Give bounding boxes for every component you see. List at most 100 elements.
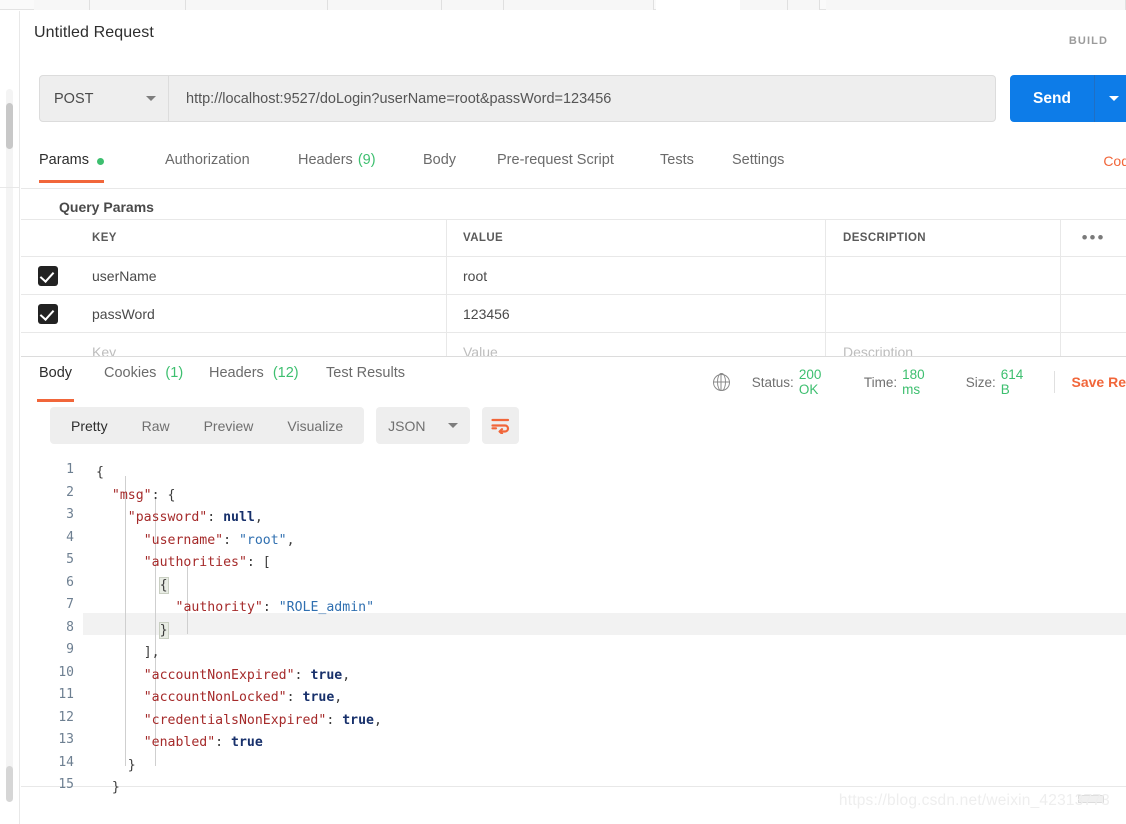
response-meta: Status: 200 OK Time: 180 ms Size: 614 B … bbox=[713, 367, 1126, 397]
code-token: "ROLE_admin" bbox=[278, 600, 375, 615]
code-line: "enabled": true bbox=[144, 732, 263, 755]
response-tab-body[interactable]: Body bbox=[37, 365, 75, 402]
code-token: true bbox=[231, 735, 263, 750]
http-method-selector[interactable]: POST bbox=[39, 75, 169, 122]
code-token: "password" bbox=[127, 510, 208, 525]
bulk-edit-icon[interactable]: ••• bbox=[1082, 229, 1106, 246]
view-mode-preview[interactable]: Preview bbox=[187, 412, 271, 440]
bottom-scrollbar-thumb[interactable] bbox=[6, 766, 13, 802]
wrap-lines-icon bbox=[491, 418, 510, 434]
code-token: "root" bbox=[238, 532, 287, 548]
code-token: "authority" bbox=[175, 600, 263, 615]
param-value[interactable]: 123456 bbox=[463, 306, 510, 322]
tab-body[interactable]: Body bbox=[423, 149, 456, 188]
line-number: 2 bbox=[66, 484, 74, 500]
code-line: } bbox=[112, 777, 120, 800]
response-tab-headers-label: Headers bbox=[209, 365, 264, 381]
format-selector[interactable]: JSON bbox=[376, 407, 471, 444]
code-token: , bbox=[286, 532, 295, 548]
code-token: : bbox=[294, 667, 311, 683]
send-button[interactable]: Send bbox=[1010, 75, 1095, 122]
code-token: : { bbox=[151, 487, 176, 503]
query-params-title: Query Params bbox=[59, 199, 154, 215]
code-token: , bbox=[334, 690, 343, 705]
param-key[interactable]: passWord bbox=[92, 306, 155, 322]
tab-pre-request-script-label: Pre-request Script bbox=[497, 152, 614, 168]
format-label: JSON bbox=[388, 417, 426, 434]
line-number: 6 bbox=[66, 574, 74, 590]
tab-params[interactable]: Params bbox=[39, 149, 104, 188]
response-tab-test-results-label: Test Results bbox=[326, 365, 405, 381]
send-options-button[interactable] bbox=[1095, 75, 1126, 122]
response-tab-headers[interactable]: Headers (12) bbox=[209, 365, 299, 397]
active-tab-underline bbox=[37, 399, 75, 402]
url-input[interactable]: http://localhost:9527/doLogin?userName=r… bbox=[169, 75, 996, 122]
wrap-lines-button[interactable] bbox=[482, 407, 520, 444]
code-line: "msg": { bbox=[112, 485, 176, 508]
header-description: DESCRIPTION bbox=[843, 232, 926, 244]
send-button-group: Send bbox=[1010, 75, 1126, 122]
code-token: , bbox=[373, 712, 382, 728]
tab-headers-label: Headers bbox=[298, 152, 353, 168]
code-line: "credentialsNonExpired": true, bbox=[144, 710, 382, 733]
code-token: "enabled" bbox=[143, 735, 216, 750]
postman-window: Untitled Request BUILD POST http://local… bbox=[0, 0, 1126, 824]
tab-headers[interactable]: Headers (9) bbox=[298, 149, 376, 188]
response-tab-test-results[interactable]: Test Results bbox=[326, 365, 405, 397]
tab-pre-request-script[interactable]: Pre-request Script bbox=[497, 149, 614, 188]
watermark: https://blog.csdn.net/weixin_42313773 bbox=[838, 792, 1110, 809]
line-number: 11 bbox=[58, 687, 74, 702]
code-token: : [ bbox=[246, 555, 271, 570]
build-label[interactable]: BUILD bbox=[1069, 35, 1108, 47]
tab-authorization[interactable]: Authorization bbox=[165, 149, 250, 188]
tab-authorization-label: Authorization bbox=[165, 152, 250, 168]
code-token: { bbox=[96, 465, 104, 480]
line-number-gutter: 1 2 3 4 5 6 7 8 9 10 11 12 13 14 15 bbox=[21, 456, 83, 804]
http-method-label: POST bbox=[54, 90, 94, 107]
request-title: Untitled Request bbox=[34, 24, 154, 41]
code-token: "authorities" bbox=[143, 555, 247, 570]
line-number: 8 bbox=[66, 619, 74, 635]
vertical-scrollbar-track[interactable] bbox=[6, 89, 13, 799]
code-token: "credentialsNonExpired" bbox=[143, 712, 327, 728]
active-tab-underline bbox=[39, 180, 104, 183]
view-mode-raw[interactable]: Raw bbox=[125, 412, 187, 440]
time-label: Time: bbox=[863, 374, 898, 390]
view-mode-pretty[interactable]: Pretty bbox=[54, 412, 125, 440]
view-mode-segment-group: Pretty Raw Preview Visualize bbox=[50, 407, 365, 444]
tab-settings[interactable]: Settings bbox=[732, 149, 784, 188]
response-tab-cookies[interactable]: Cookies (1) bbox=[104, 365, 183, 397]
response-view-toolbar: Pretty Raw Preview Visualize JSON bbox=[50, 407, 520, 444]
code-token: : bbox=[223, 532, 239, 548]
line-number: 4 bbox=[66, 529, 74, 545]
code-token: : bbox=[207, 510, 224, 525]
response-tab-headers-count: (12) bbox=[272, 365, 299, 381]
row-checkbox[interactable] bbox=[38, 303, 58, 324]
code-token: "accountNonLocked" bbox=[143, 690, 287, 705]
tab-tests[interactable]: Tests bbox=[660, 149, 694, 188]
code-link[interactable]: Cod bbox=[1103, 153, 1126, 169]
line-number: 7 bbox=[66, 597, 74, 612]
response-tab-cookies-label: Cookies bbox=[104, 365, 157, 381]
code-line: ], bbox=[144, 642, 160, 665]
tab-settings-label: Settings bbox=[732, 152, 785, 168]
line-number: 10 bbox=[58, 664, 74, 680]
vertical-scrollbar-thumb[interactable] bbox=[6, 103, 13, 149]
code-line: "password": null, bbox=[128, 507, 263, 530]
param-key[interactable]: userName bbox=[92, 268, 157, 284]
code-line: } bbox=[158, 620, 169, 643]
line-number: 5 bbox=[66, 552, 74, 567]
param-value[interactable]: root bbox=[463, 268, 487, 284]
code-token: } bbox=[127, 757, 136, 773]
code-line: "accountNonExpired": true, bbox=[144, 665, 350, 688]
globe-icon bbox=[713, 373, 730, 391]
row-checkbox[interactable] bbox=[38, 265, 58, 286]
table-header-row: KEY VALUE DESCRIPTION ••• bbox=[21, 219, 1126, 257]
save-response-button[interactable]: Save Re bbox=[1072, 374, 1126, 390]
response-body-code[interactable]: 1 2 3 4 5 6 7 8 9 10 11 12 13 14 15 {"msg": {"password… bbox=[21, 456, 1126, 804]
view-mode-visualize[interactable]: Visualize bbox=[270, 412, 360, 440]
url-text: http://localhost:9527/doLogin?userName=r… bbox=[186, 90, 612, 107]
params-modified-dot-icon bbox=[96, 158, 104, 165]
code-line: { bbox=[96, 462, 104, 485]
code-token: : bbox=[215, 735, 232, 750]
